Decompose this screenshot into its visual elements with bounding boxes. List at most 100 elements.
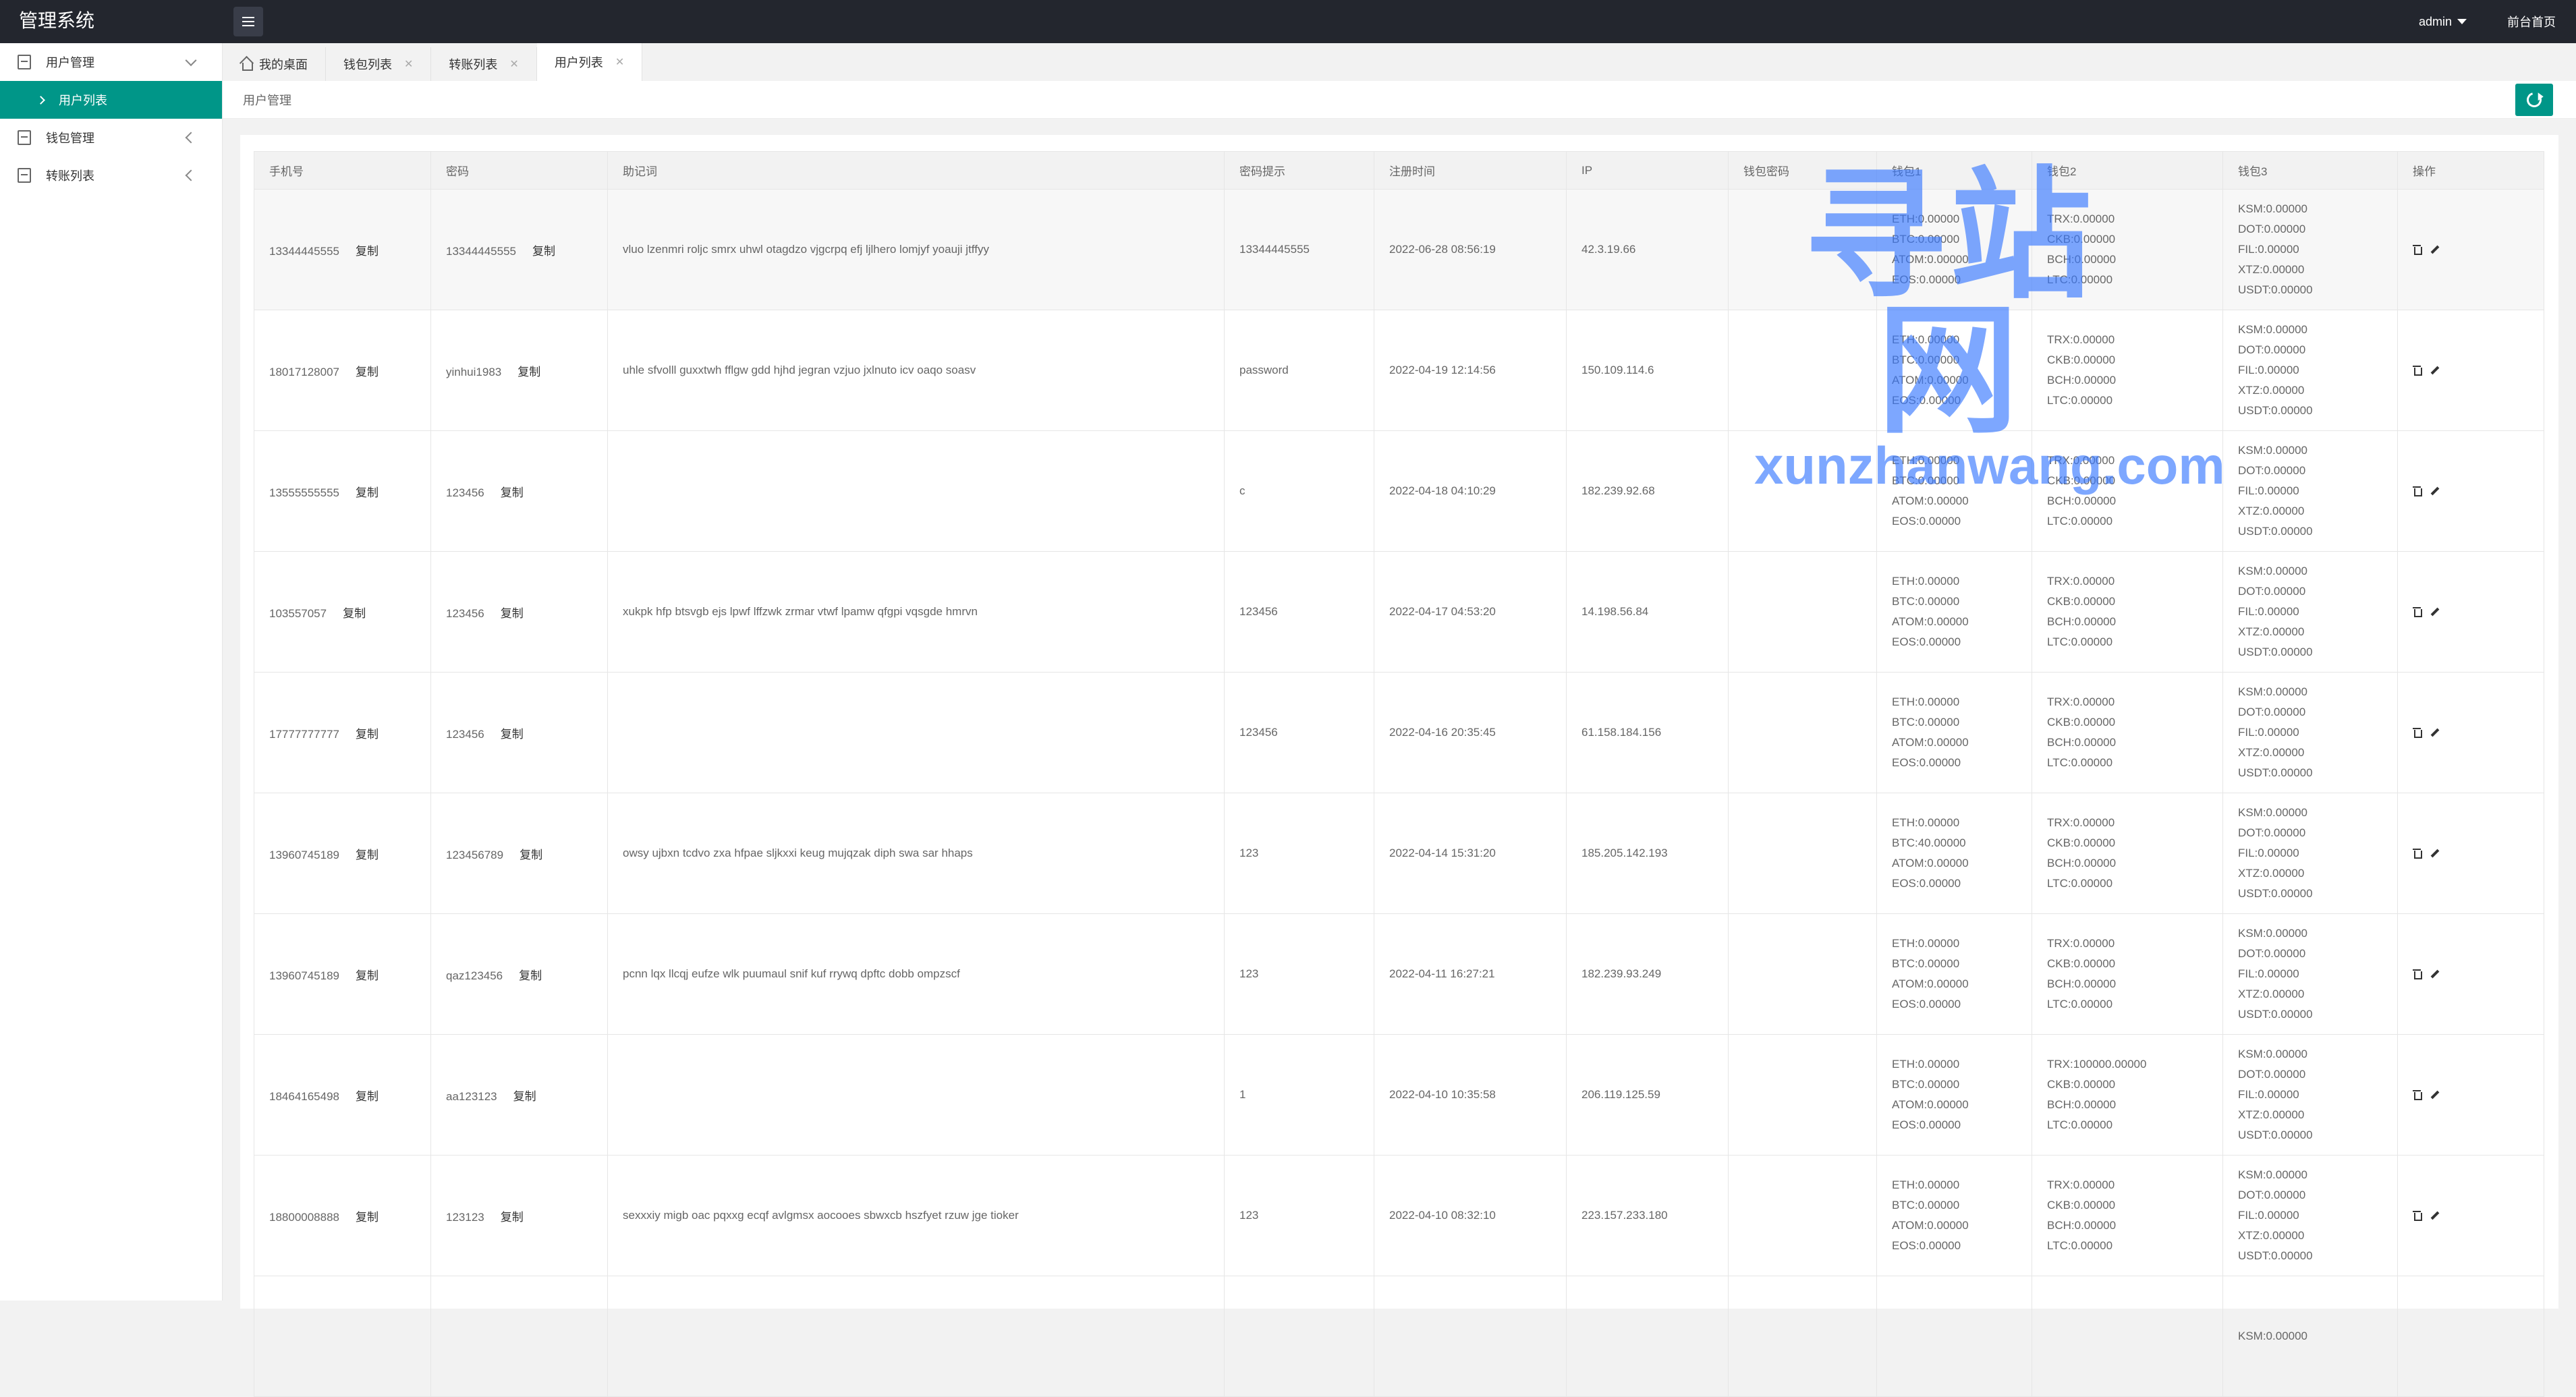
table-cell: qaz123456 复制	[430, 913, 608, 1035]
column-header[interactable]: 钱包1	[1876, 151, 2032, 190]
tab-user-list[interactable]: 用户列表 ✕	[536, 43, 643, 81]
phone-value: 13344445555	[269, 244, 340, 258]
sidebar-item-transfer-list[interactable]: 转账列表	[0, 156, 222, 194]
close-icon[interactable]: ✕	[509, 57, 518, 71]
wallet-balances: KSM:0.00000 DOT:0.00000 FIL:0.00000 XTZ:0.0…	[2238, 199, 2382, 300]
edit-icon[interactable]	[2430, 1211, 2440, 1220]
copy-button[interactable]: 复制	[513, 1090, 536, 1103]
edit-icon[interactable]	[2430, 607, 2440, 617]
column-header[interactable]: 助记词	[607, 151, 1225, 190]
balance-line: ETH:0.00000	[1892, 695, 1960, 708]
table-cell	[1728, 1155, 1877, 1276]
copy-button[interactable]: 复制	[356, 849, 379, 861]
copy-button[interactable]: 复制	[501, 607, 524, 620]
balance-line: LTC:0.00000	[2047, 515, 2113, 528]
phone-value: 13960745189	[269, 969, 340, 982]
tab-wallet-list[interactable]: 钱包列表 ✕	[326, 47, 432, 81]
copy-button[interactable]: 复制	[519, 969, 542, 982]
copy-button[interactable]: 复制	[356, 366, 379, 378]
column-header[interactable]: IP	[1566, 151, 1729, 190]
column-header[interactable]: 钱包3	[2222, 151, 2398, 190]
copy-button[interactable]: 复制	[356, 728, 379, 741]
copy-button[interactable]: 复制	[356, 245, 379, 258]
column-header[interactable]: 密码	[430, 151, 608, 190]
edit-icon[interactable]	[2430, 486, 2440, 496]
wallet-balances: KSM:0.00000 DOT:0.00000 FIL:0.00000 XTZ:0.0…	[2238, 320, 2382, 421]
menu-toggle-button[interactable]	[233, 7, 263, 36]
password-value: 123456	[446, 727, 484, 741]
delete-icon[interactable]	[2413, 245, 2422, 255]
table-cell: 17777777777 复制	[254, 672, 431, 793]
copy-button[interactable]: 复制	[501, 728, 524, 741]
delete-icon[interactable]	[2413, 969, 2422, 979]
table-cell: KSM:0.00000 DOT:0.00000 FIL:0.00000 XTZ:0.0…	[2222, 189, 2398, 310]
edit-icon[interactable]	[2430, 245, 2440, 254]
table-cell	[1224, 1276, 1374, 1397]
copy-button[interactable]: 复制	[501, 486, 524, 499]
table-cell: aa123123 复制	[430, 1034, 608, 1156]
table-cell: KSM:0.00000 DOT:0.00000 FIL:0.00000 XTZ:0.0…	[2222, 913, 2398, 1035]
copy-button[interactable]: 复制	[517, 366, 540, 378]
table-cell: 2022-04-18 04:10:29	[1374, 430, 1567, 552]
table-cell: 123456 复制	[430, 551, 608, 673]
balance-line: ATOM:0.00000	[1892, 857, 1969, 869]
tab-transfer-list[interactable]: 转账列表 ✕	[431, 47, 537, 81]
column-header[interactable]: 钱包密码	[1728, 151, 1877, 190]
edit-icon[interactable]	[2430, 849, 2440, 858]
user-menu[interactable]: admin	[2419, 15, 2467, 29]
table-cell	[2397, 551, 2544, 673]
balance-line: EOS:0.00000	[1892, 998, 1961, 1010]
copy-button[interactable]: 复制	[356, 969, 379, 982]
chevron-left-icon	[185, 169, 197, 181]
copy-button[interactable]: 复制	[356, 1090, 379, 1103]
column-header[interactable]: 注册时间	[1374, 151, 1567, 190]
delete-icon[interactable]	[2413, 728, 2422, 738]
copy-button[interactable]: 复制	[356, 1211, 379, 1224]
reg-time-value: 2022-04-11 16:27:21	[1389, 967, 1495, 980]
copy-button[interactable]: 复制	[520, 849, 542, 861]
table-cell: 123456 复制	[430, 430, 608, 552]
balance-line: XTZ:0.00000	[2238, 988, 2305, 1000]
sidebar-item-user-management[interactable]: 用户管理	[0, 43, 222, 81]
column-header[interactable]: 操作	[2397, 151, 2544, 190]
edit-icon[interactable]	[2430, 1090, 2440, 1100]
copy-button[interactable]: 复制	[356, 486, 379, 499]
column-header[interactable]: 手机号	[254, 151, 431, 190]
copy-button[interactable]: 复制	[343, 607, 366, 620]
delete-icon[interactable]	[2413, 849, 2422, 859]
balance-line: XTZ:0.00000	[2238, 746, 2305, 759]
close-icon[interactable]: ✕	[615, 55, 624, 69]
table-cell	[2397, 1155, 2544, 1276]
ip-value: 61.158.184.156	[1581, 726, 1662, 739]
sidebar-subitem-user-list[interactable]: 用户列表	[0, 81, 222, 119]
table-cell: 13555555555 复制	[254, 430, 431, 552]
edit-icon[interactable]	[2430, 969, 2440, 979]
delete-icon[interactable]	[2413, 366, 2422, 376]
edit-icon[interactable]	[2430, 728, 2440, 737]
edit-icon[interactable]	[2430, 366, 2440, 375]
wallet-balances: ETH:0.00000 BTC:0.00000 ATOM:0.00000 EOS:0.…	[1892, 451, 2017, 532]
table-cell: ETH:0.00000 BTC:0.00000 ATOM:0.00000 EOS:0.…	[1876, 430, 2032, 552]
copy-button[interactable]: 复制	[532, 245, 555, 258]
sidebar-item-wallet-management[interactable]: 钱包管理	[0, 119, 222, 156]
column-header[interactable]: 钱包2	[2032, 151, 2223, 190]
copy-button[interactable]: 复制	[501, 1211, 524, 1224]
balance-line: DOT:0.00000	[2238, 706, 2306, 718]
front-page-link[interactable]: 前台首页	[2507, 13, 2556, 30]
table-cell	[607, 672, 1225, 793]
phone-value: 18800008888	[269, 1210, 340, 1224]
tab-desktop[interactable]: 我的桌面	[223, 47, 326, 81]
delete-icon[interactable]	[2413, 1090, 2422, 1100]
sidebar-item-label: 转账列表	[46, 169, 94, 183]
balance-line: EOS:0.00000	[1892, 877, 1961, 890]
close-icon[interactable]: ✕	[404, 57, 413, 71]
delete-icon[interactable]	[2413, 486, 2422, 496]
delete-icon[interactable]	[2413, 1211, 2422, 1221]
chevron-right-icon	[36, 95, 45, 105]
delete-icon[interactable]	[2413, 607, 2422, 617]
column-header[interactable]: 密码提示	[1224, 151, 1374, 190]
refresh-button[interactable]	[2515, 84, 2553, 116]
balance-line: KSM:0.00000	[2238, 565, 2308, 577]
table-cell: 123	[1224, 1155, 1374, 1276]
balance-line: ATOM:0.00000	[1892, 1219, 1969, 1232]
